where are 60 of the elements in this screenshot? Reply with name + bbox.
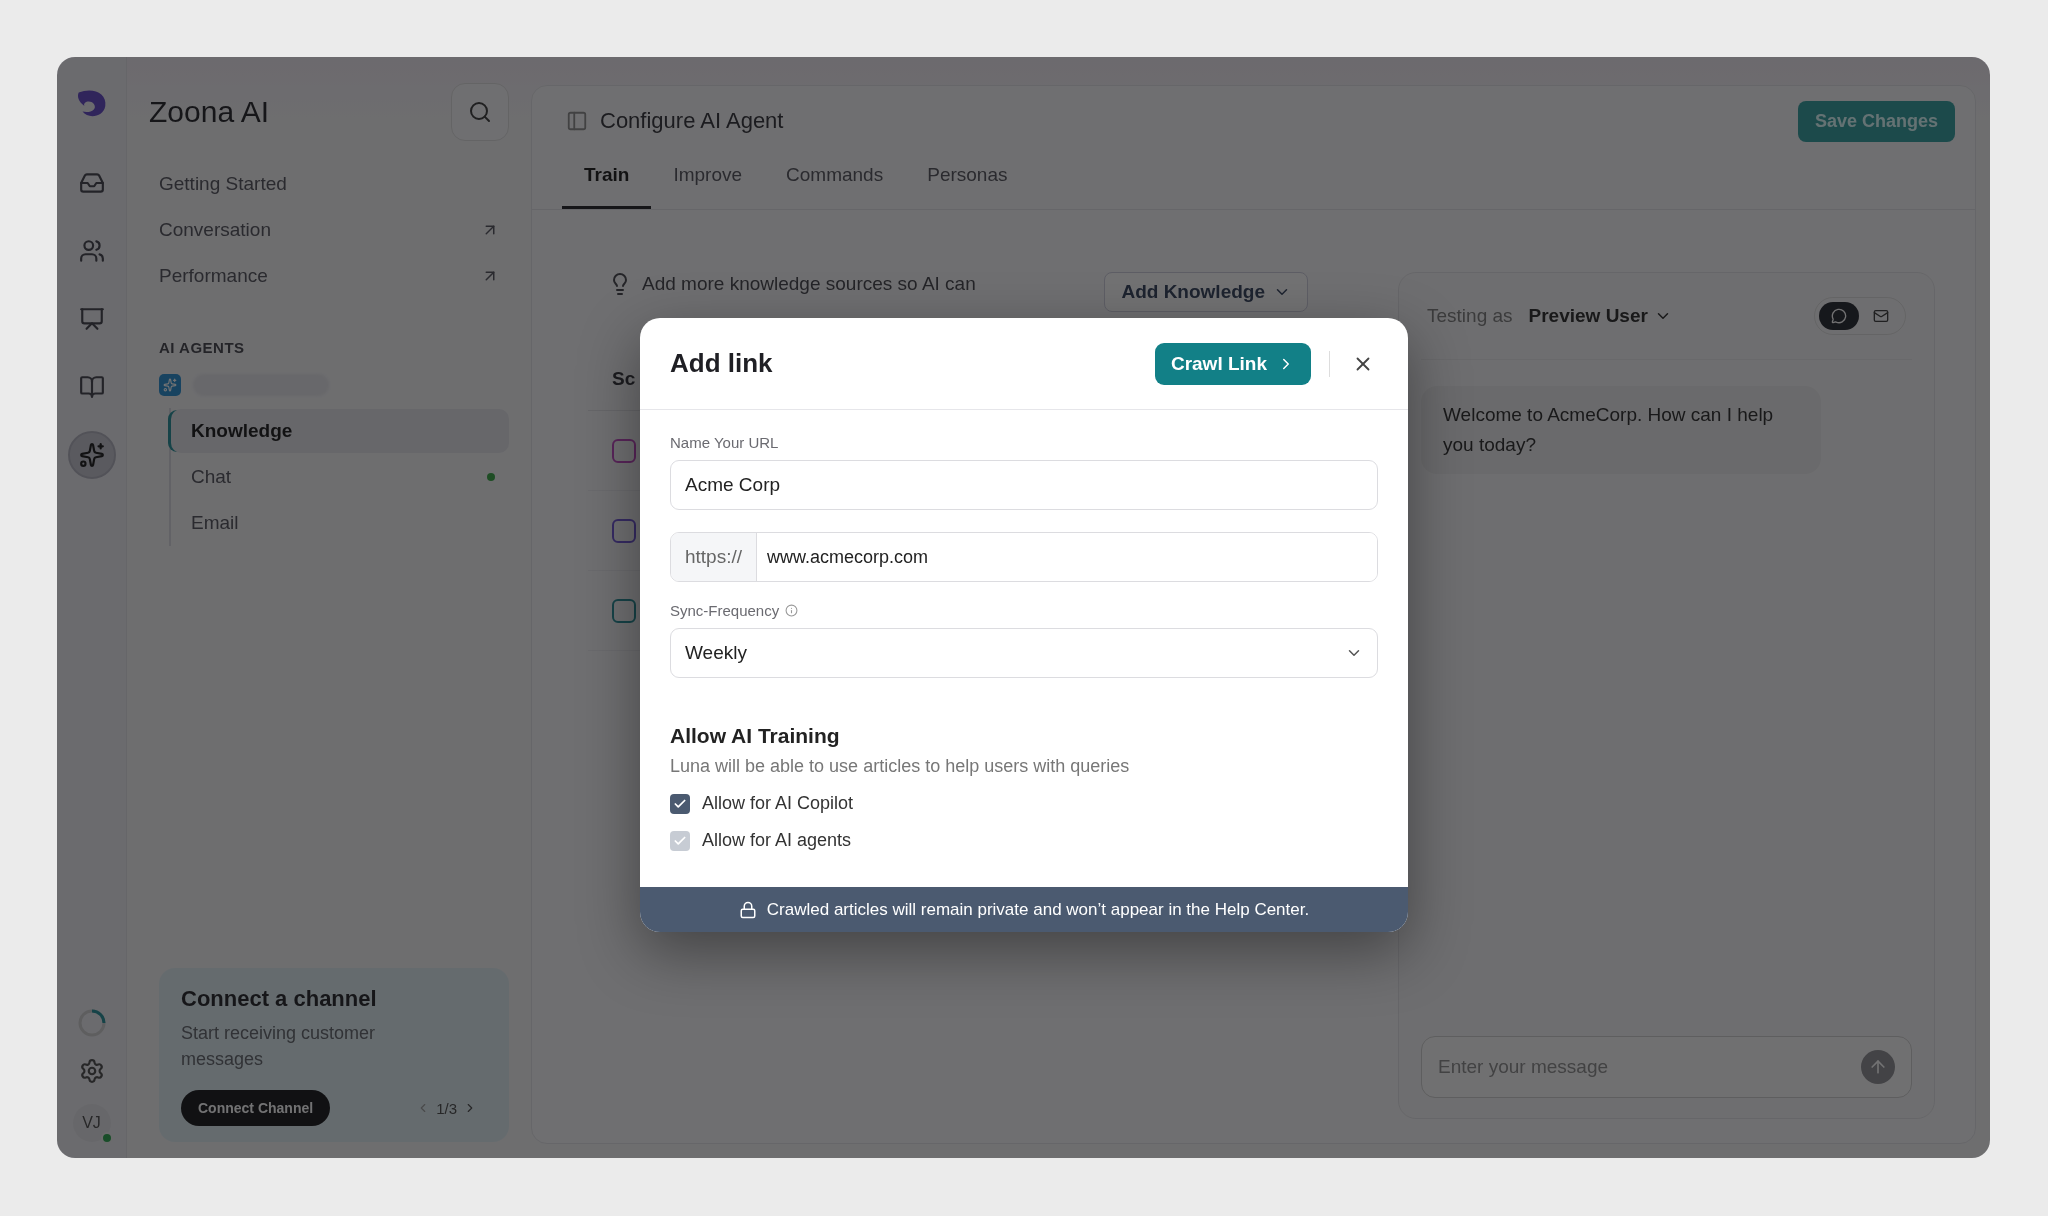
checkbox[interactable]: [670, 793, 690, 814]
send-button[interactable]: [1861, 1050, 1895, 1084]
rail-nav-button[interactable]: [67, 431, 116, 479]
info-icon[interactable]: [785, 604, 799, 617]
field-label: Name Your URL: [670, 434, 779, 451]
sub-item-label: Chat: [191, 466, 232, 488]
mail-icon: [1873, 308, 1889, 324]
checkbox-label: Allow for AI Copilot: [702, 793, 854, 814]
tab[interactable]: Personas: [905, 150, 1030, 209]
section-description: Luna will be able to use articles to help users with queries: [670, 756, 1131, 777]
url-field[interactable]: https:// www.acmecorp.com: [670, 532, 1378, 582]
sidebar-nav-item[interactable]: Conversation: [159, 207, 509, 253]
sparkle-icon: [78, 442, 105, 468]
panel-toggle-icon[interactable]: [566, 110, 588, 132]
card-title: Connect a channel: [181, 986, 378, 1012]
connect-channel-button[interactable]: Connect Channel: [181, 1090, 331, 1126]
sidebar-nav-item[interactable]: Performance: [159, 253, 509, 299]
chat-bubble-icon: [1831, 308, 1847, 324]
search-button[interactable]: [451, 83, 509, 141]
checkbox-label: Allow for AI agents: [702, 830, 852, 851]
lock-icon: [738, 900, 757, 919]
inbox-icon: [78, 170, 105, 196]
tab[interactable]: Improve: [651, 150, 765, 209]
sub-item-label: Knowledge: [191, 420, 293, 442]
source-icon: [612, 518, 636, 543]
agent-sub-item[interactable]: Knowledge: [171, 409, 509, 453]
sub-item-label: Email: [191, 512, 239, 534]
settings-icon[interactable]: [78, 1058, 105, 1084]
source-icon: [612, 438, 636, 463]
user-dropdown[interactable]: Preview User: [1522, 304, 1678, 328]
book-icon: [78, 374, 105, 400]
add-knowledge-button[interactable]: Add Knowledge: [1104, 272, 1308, 312]
pager-count: 1/3: [436, 1099, 457, 1117]
sidebar-nav-item[interactable]: Getting Started: [159, 161, 509, 207]
progress-ring-icon: [76, 1008, 107, 1038]
url-name-field[interactable]: Acme Corp: [670, 460, 1378, 510]
bot-message: Welcome to AcmeCorp. How can I help you today?: [1421, 386, 1821, 474]
agent-avatar-icon: [159, 374, 181, 396]
privacy-notice-text: Crawled articles will remain private and won’t appear in the Help Center.: [766, 899, 1310, 920]
page-title: Configure AI Agent: [600, 108, 784, 134]
card-text: Start receiving customer messages: [181, 1022, 377, 1071]
app-title: Zoona AI: [149, 95, 270, 129]
section-title: Allow AI Training: [670, 724, 841, 748]
field-label: Sync-Frequency: [670, 602, 780, 619]
source-icon: [612, 598, 636, 623]
save-changes-button[interactable]: Save Changes: [1797, 100, 1955, 142]
mode-button[interactable]: [1819, 302, 1859, 330]
section-heading: AI AGENTS: [159, 339, 246, 356]
online-status-dot: [100, 1132, 113, 1144]
tab[interactable]: Train: [562, 150, 652, 209]
chart-board-icon: [78, 306, 105, 332]
agent-sub-item[interactable]: Chat: [171, 455, 509, 499]
agent-sub-item[interactable]: Email: [171, 501, 509, 545]
users-icon: [78, 238, 105, 264]
user-avatar[interactable]: VJ: [72, 1104, 111, 1142]
search-icon: [468, 100, 492, 124]
sync-frequency-select[interactable]: Weekly: [670, 628, 1378, 678]
crawl-link-button[interactable]: Crawl Link: [1154, 342, 1311, 385]
tip-text: Add more knowledge sources so AI can: [642, 273, 976, 295]
tab[interactable]: Commands: [764, 150, 906, 209]
